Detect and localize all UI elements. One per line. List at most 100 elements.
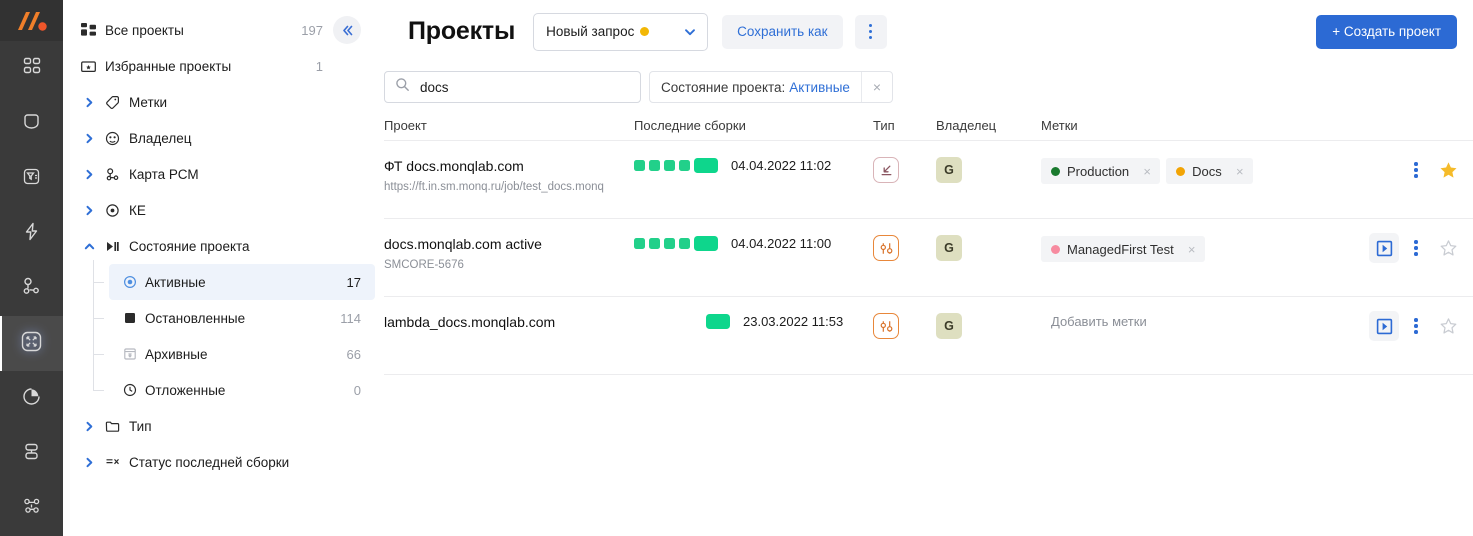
column-header-owner: Владелец bbox=[936, 118, 997, 133]
row-more-button[interactable] bbox=[1403, 233, 1429, 263]
main-content: Проекты Новый запрос Сохранить как + Соз… bbox=[375, 0, 1473, 536]
play-pause-icon bbox=[105, 239, 125, 254]
filter-state-stopped[interactable]: Остановленные 114 bbox=[93, 300, 375, 336]
favorite-star-button[interactable] bbox=[1433, 311, 1463, 341]
builds-cell: 23.03.2022 11:53 bbox=[634, 313, 873, 329]
remove-label-icon[interactable]: × bbox=[1181, 236, 1203, 262]
build-status-square[interactable] bbox=[634, 160, 645, 171]
build-status-square[interactable] bbox=[649, 160, 660, 171]
filter-state-stopped-count: 114 bbox=[340, 310, 361, 326]
chevron-right-icon bbox=[81, 133, 97, 144]
save-as-button[interactable]: Сохранить как bbox=[722, 14, 843, 49]
run-build-button[interactable] bbox=[1369, 311, 1399, 341]
active-filter-chip-value: Активные bbox=[789, 79, 850, 95]
favorite-star-button[interactable] bbox=[1433, 233, 1463, 263]
collapse-sidebar-button[interactable] bbox=[333, 16, 361, 44]
app-root: Все проекты 197 Избранные проекты 1 Метк… bbox=[0, 0, 1473, 536]
add-labels-placeholder[interactable]: Добавить метки bbox=[1041, 314, 1147, 329]
build-status-square[interactable] bbox=[649, 238, 660, 249]
radio-active-icon bbox=[123, 275, 145, 289]
chevron-right-icon bbox=[81, 205, 97, 216]
filter-group-owner[interactable]: Владелец bbox=[63, 120, 375, 156]
remove-filter-icon[interactable]: × bbox=[860, 72, 892, 102]
avatar[interactable]: G bbox=[936, 313, 962, 339]
query-select[interactable]: Новый запрос bbox=[533, 12, 709, 51]
build-status-square[interactable] bbox=[664, 238, 675, 249]
remove-label-icon[interactable]: × bbox=[1229, 158, 1251, 184]
nav-filter-list[interactable] bbox=[0, 151, 63, 206]
active-filter-chip: Состояние проекта: Активные × bbox=[649, 71, 893, 103]
column-header-type: Тип bbox=[873, 118, 895, 133]
filter-state-deferred-label: Отложенные bbox=[145, 382, 226, 398]
filter-favorites[interactable]: Избранные проекты 1 bbox=[63, 48, 375, 84]
table-row[interactable]: ФТ docs.monqlab.com https://ft.in.sm.mon… bbox=[384, 141, 1473, 219]
shield-icon bbox=[21, 111, 42, 137]
run-build-button[interactable] bbox=[1369, 233, 1399, 263]
projects-icon bbox=[20, 330, 43, 358]
row-more-button[interactable] bbox=[1403, 311, 1429, 341]
label-chip[interactable]: Docs × bbox=[1166, 158, 1253, 184]
filter-all-projects[interactable]: Все проекты 197 bbox=[63, 12, 375, 48]
import-arrow-icon bbox=[873, 157, 899, 183]
last-build-indicator[interactable] bbox=[706, 314, 730, 329]
label-chip-text: Docs bbox=[1192, 163, 1222, 179]
build-status-square[interactable] bbox=[679, 160, 690, 171]
last-build-indicator[interactable] bbox=[694, 236, 718, 251]
filter-favorites-label: Избранные проекты bbox=[105, 58, 232, 74]
table-row[interactable]: docs.monqlab.com active SMCORE-5676 04.0… bbox=[384, 219, 1473, 297]
avatar[interactable]: G bbox=[936, 157, 962, 183]
filter-state-active[interactable]: Активные 17 bbox=[93, 264, 375, 300]
label-chip[interactable]: Production × bbox=[1041, 158, 1161, 184]
nav-apps-grid[interactable] bbox=[0, 41, 63, 96]
build-status-square[interactable] bbox=[664, 160, 675, 171]
nav-lightning[interactable] bbox=[0, 206, 63, 261]
row-actions bbox=[1369, 311, 1463, 341]
nav-shield[interactable] bbox=[0, 96, 63, 151]
nav-database[interactable] bbox=[0, 426, 63, 481]
favorite-star-button[interactable] bbox=[1433, 155, 1463, 185]
pie-chart-icon bbox=[21, 386, 42, 412]
project-name[interactable]: lambda_docs.monqlab.com bbox=[384, 313, 634, 331]
nav-teams[interactable] bbox=[0, 481, 63, 536]
filter-group-labels-label: Метки bbox=[129, 94, 168, 110]
filter-group-last-build-status[interactable]: Статус последней сборки bbox=[63, 444, 375, 480]
row-more-button[interactable] bbox=[1403, 155, 1429, 185]
filter-group-ke[interactable]: КЕ bbox=[63, 192, 375, 228]
project-name[interactable]: ФТ docs.monqlab.com bbox=[384, 157, 634, 175]
remove-label-icon[interactable]: × bbox=[1136, 158, 1158, 184]
label-color-dot bbox=[1051, 244, 1060, 254]
kebab-icon bbox=[1414, 162, 1418, 178]
build-status-square[interactable] bbox=[679, 238, 690, 249]
nodes-graph-icon bbox=[21, 276, 42, 302]
table-row[interactable]: lambda_docs.monqlab.com 23.03.2022 11:53 bbox=[384, 297, 1473, 375]
nav-projects[interactable] bbox=[0, 316, 63, 371]
folder-icon bbox=[105, 419, 125, 434]
last-build-indicator[interactable] bbox=[694, 158, 718, 173]
build-status-square[interactable] bbox=[634, 238, 645, 249]
avatar[interactable]: G bbox=[936, 235, 962, 261]
nav-nodes-graph[interactable] bbox=[0, 261, 63, 316]
filter-state-archived-label: Архивные bbox=[145, 346, 208, 362]
starred-folder-icon bbox=[81, 59, 101, 74]
builds-cell: 04.04.2022 11:02 bbox=[634, 157, 873, 173]
kebab-icon bbox=[1414, 318, 1418, 334]
filter-group-project-state[interactable]: Состояние проекта bbox=[63, 228, 375, 264]
app-logo[interactable] bbox=[0, 0, 63, 41]
search-input[interactable] bbox=[420, 79, 630, 95]
sliders-icon bbox=[873, 235, 899, 261]
create-project-button[interactable]: + Создать проект bbox=[1316, 14, 1457, 49]
filter-state-deferred[interactable]: Отложенные 0 bbox=[93, 372, 375, 408]
query-select-label: Новый запрос bbox=[546, 24, 635, 39]
filter-state-archived[interactable]: Архивные 66 bbox=[93, 336, 375, 372]
label-chip-text: Production bbox=[1067, 163, 1130, 179]
toolbar: Проекты Новый запрос Сохранить как + Соз… bbox=[375, 0, 1473, 63]
filter-group-rsm-map[interactable]: Карта РСМ bbox=[63, 156, 375, 192]
filter-group-labels[interactable]: Метки bbox=[63, 84, 375, 120]
project-name[interactable]: docs.monqlab.com active bbox=[384, 235, 634, 253]
toolbar-more-button[interactable] bbox=[854, 14, 887, 49]
filter-group-type[interactable]: Тип bbox=[63, 408, 375, 444]
label-chip[interactable]: ManagedFirst Test × bbox=[1041, 236, 1205, 262]
nav-pie-chart[interactable] bbox=[0, 371, 63, 426]
search-box[interactable] bbox=[384, 71, 641, 103]
filter-list-icon bbox=[21, 166, 42, 192]
